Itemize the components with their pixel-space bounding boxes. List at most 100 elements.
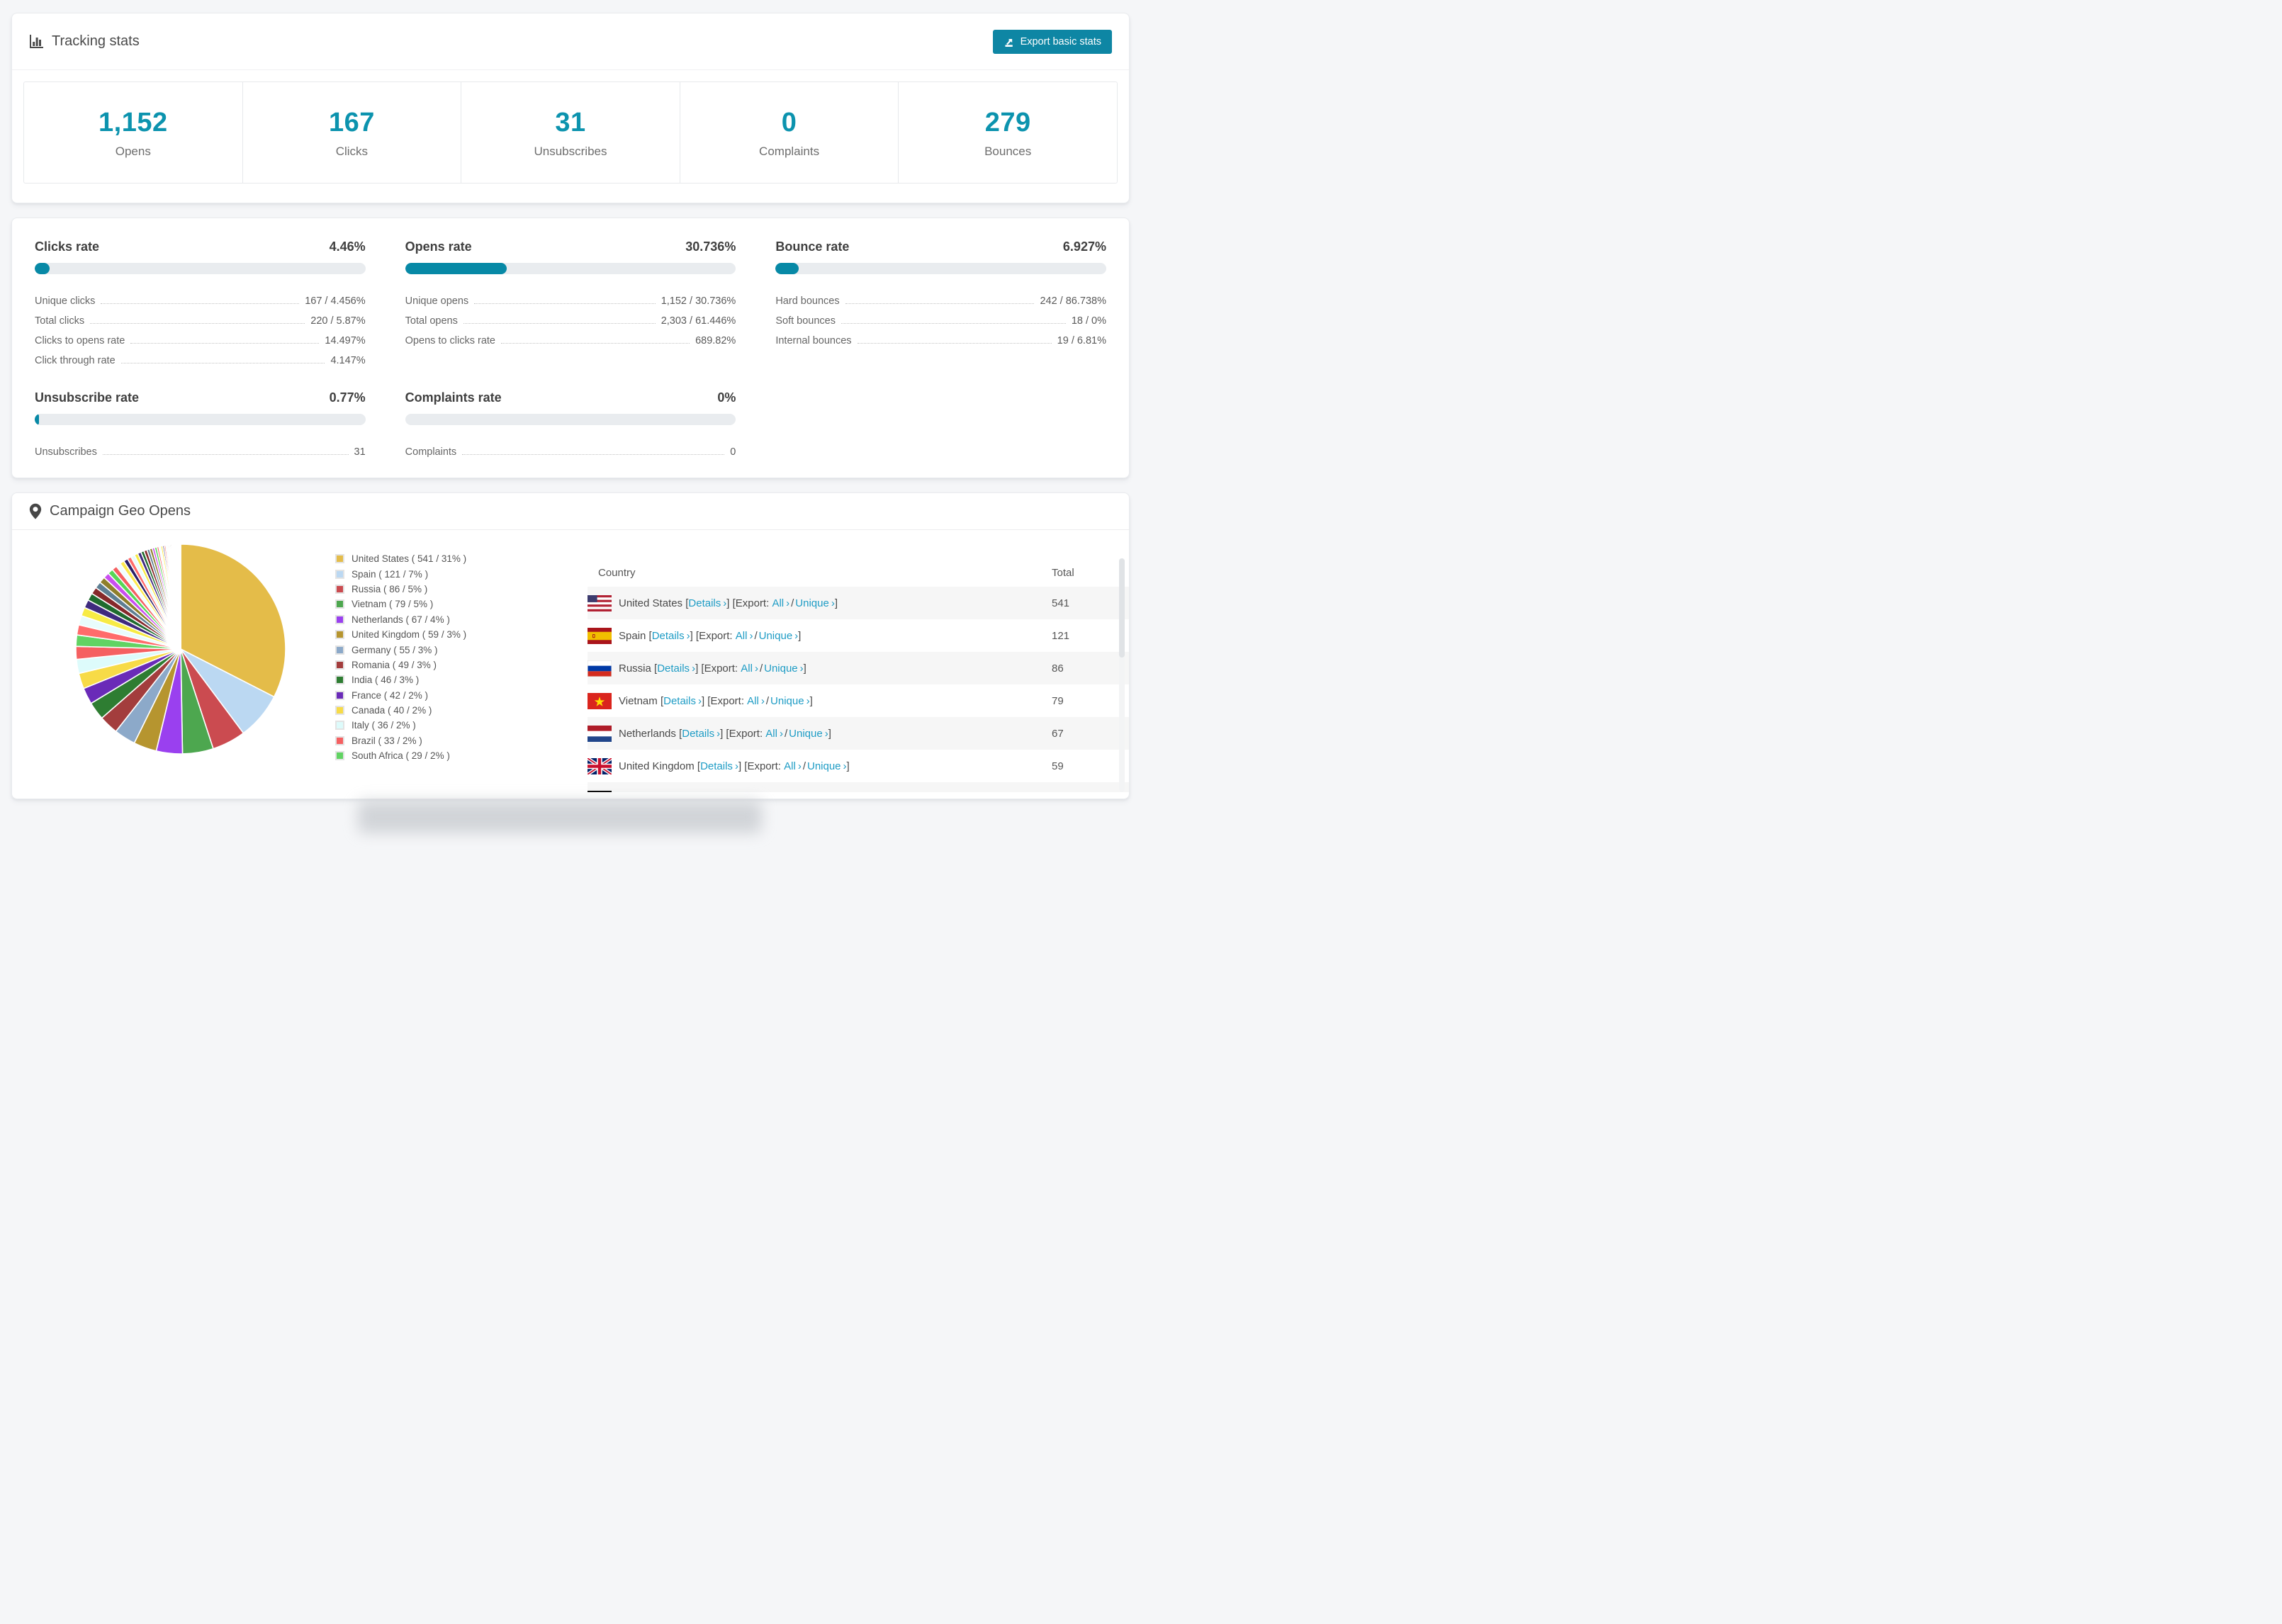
export-all-link[interactable]: All [736,630,748,642]
chevron-right-icon: › [697,694,702,707]
chevron-right-icon: › [686,629,690,642]
geo-opens-pie-chart[interactable] [74,543,287,755]
legend-item: South Africa ( 29 / 2% ) [335,748,466,763]
stat-value: 167 [328,108,375,137]
legend-swatch [335,599,344,609]
dotted-leader [845,303,1035,304]
legend-swatch [335,630,344,640]
legend-item: United States ( 541 / 31% ) [335,551,466,566]
details-link[interactable]: Details [688,597,721,609]
legend-item: India ( 46 / 3% ) [335,672,466,687]
chevron-right-icon: › [754,662,758,675]
export-all-link[interactable]: All [772,597,784,609]
geo-table-scrollbar[interactable] [1119,558,1125,792]
gb-flag-icon [588,757,612,774]
rate-value: 30.736% [685,239,736,254]
rate-value: 0.77% [329,390,366,405]
dotted-leader [474,303,656,304]
country-total: 59 [1052,760,1064,772]
export-unique-link[interactable]: Unique [807,760,841,772]
metric-row: Internal bounces 19 / 6.81% [775,329,1106,349]
legend-item: Spain ( 121 / 7% ) [335,566,466,581]
map-pin-icon [29,503,42,519]
dotted-leader [857,343,1052,344]
chevron-right-icon: › [797,760,802,772]
details-link[interactable]: Details [700,760,733,772]
chevron-right-icon: › [716,727,721,740]
metric-label: Unique opens [405,295,469,307]
rates-card: Clicks rate 4.46% Unique clicks 167 / 4.… [11,218,1130,478]
slash-separator: / [791,597,794,609]
legend-swatch [335,614,344,624]
stat-value: 1,152 [99,108,168,137]
stat-card-clicks: 167 Clicks [243,82,462,183]
country-total: 541 [1052,597,1070,609]
legend-swatch [335,675,344,685]
metric-value: 167 / 4.456% [305,295,366,307]
rate-block-opens-rate: Opens rate 30.736% Unique opens 1,152 / … [405,239,736,369]
export-basic-stats-button[interactable]: Export basic stats [992,29,1112,54]
chevron-right-icon: › [760,694,765,707]
metric-value: 2,303 / 61.446% [661,315,736,327]
export-all-link[interactable]: All [747,695,759,707]
rate-title: Clicks rate [35,239,100,254]
metric-row: Hard bounces 242 / 86.738% [775,290,1106,310]
legend-label: Germany ( 55 / 3% ) [352,644,438,655]
bracket: ] [828,727,831,740]
metric-row: Complaints 0 [405,441,736,461]
rate-title: Opens rate [405,239,472,254]
rate-title: Bounce rate [775,239,850,254]
legend-swatch [335,690,344,700]
export-all-link[interactable]: All [741,662,753,675]
legend-swatch [335,569,344,579]
tracking-stats-title: Tracking stats [29,33,140,50]
metric-row: Click through rate 4.147% [35,349,366,369]
chevron-right-icon: › [831,597,835,609]
stat-card-opens: 1,152 Opens [24,82,243,183]
metric-label: Internal bounces [775,335,852,346]
rates-grid: Clicks rate 4.46% Unique clicks 167 / 4.… [35,239,1106,461]
country-name: Russia [619,662,655,675]
metric-row: Unsubscribes 31 [35,441,366,461]
slash-separator: / [759,662,763,675]
country-name: Spain [619,629,649,642]
legend-item: France ( 42 / 2% ) [335,688,466,703]
metric-label: Total clicks [35,315,85,327]
details-link[interactable]: Details [652,630,685,642]
export-unique-link[interactable]: Unique [764,662,798,675]
chevron-right-icon: › [806,694,810,707]
rate-block-unsubscribe-rate: Unsubscribe rate 0.77% Unsubscribes 31 [35,390,366,461]
slash-separator: / [765,694,770,707]
ru-flag-icon [588,660,612,677]
legend-label: United Kingdom ( 59 / 3% ) [352,629,467,641]
stat-value: 279 [984,108,1031,137]
legend-swatch [335,584,344,594]
chevron-right-icon: › [749,629,753,642]
bracket: ] [798,629,802,642]
export-unique-link[interactable]: Unique [770,695,804,707]
metric-row: Opens to clicks rate 689.82% [405,329,736,349]
export-unique-link[interactable]: Unique [789,728,823,740]
rate-progress-track [775,263,1106,274]
dotted-leader [500,343,690,344]
details-link[interactable]: Details [657,662,690,675]
stat-value: 0 [781,108,797,137]
geo-table-row: Netherlands [Details ›] [Export: All › / Uni… [588,717,1129,750]
export-unique-link[interactable]: Unique [759,630,793,642]
blurred-region [358,801,762,833]
metric-value: 19 / 6.81% [1057,335,1106,346]
geo-table-row: Germany [Details›] [Export: All›/Unique›… [588,782,1129,792]
metric-label: Clicks to opens rate [35,335,125,346]
legend-label: Vietnam ( 79 / 5% ) [352,599,434,610]
export-unique-link[interactable]: Unique [795,597,829,609]
geo-table-scrollbar-thumb[interactable] [1119,558,1125,658]
tracking-stats-title-text: Tracking stats [52,33,140,49]
details-link[interactable]: Details [663,695,696,707]
details-link[interactable]: Details [682,728,714,740]
legend-label: Brazil ( 33 / 2% ) [352,735,422,746]
export-all-link[interactable]: All [765,728,777,740]
export-all-link[interactable]: All [784,760,796,772]
country-total: 67 [1052,727,1064,740]
bar-chart-icon [29,34,44,49]
legend-swatch [335,554,344,564]
